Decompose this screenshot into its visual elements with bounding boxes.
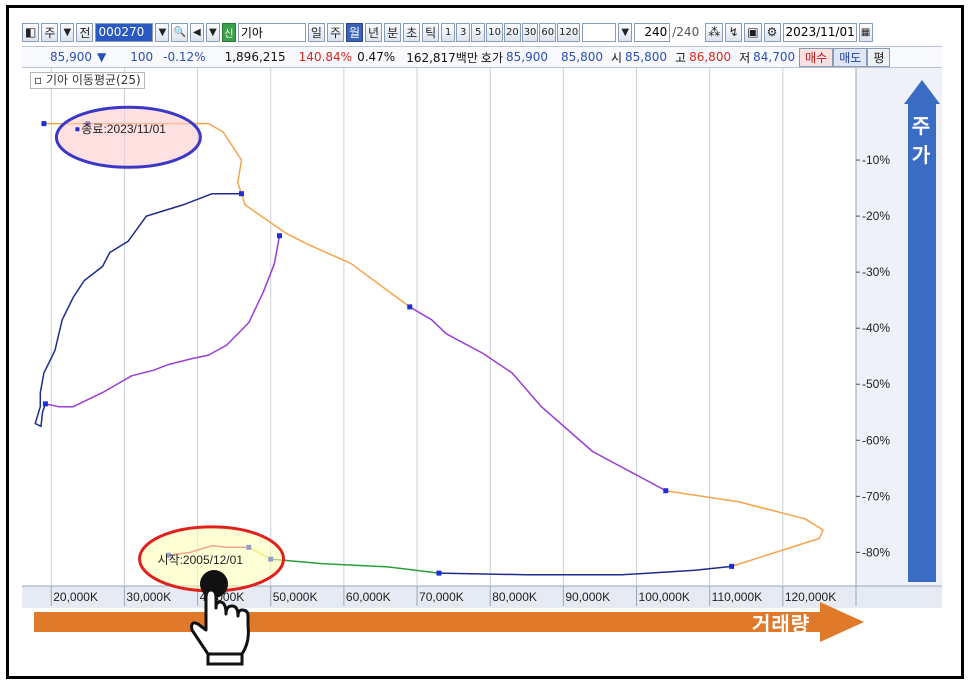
period-tab-6[interactable]: 틱 [422, 22, 440, 42]
open-price: 85,800 [625, 50, 668, 64]
speaker-icon[interactable]: ◀ [189, 22, 204, 42]
low-label: 저 [739, 50, 751, 65]
data-point-marker [663, 488, 669, 494]
data-point-marker [41, 121, 47, 127]
data-point-marker [729, 563, 735, 569]
layout-icon[interactable]: ◧ [22, 22, 40, 42]
period-tab-1[interactable]: 주 [326, 22, 344, 42]
calendar-icon[interactable]: ▦ [858, 22, 873, 42]
interval-buttons: 1 3 5 10 20 30 60 120 [441, 22, 581, 42]
chart-legend[interactable]: ▫ 기아 이동평균(25) [30, 72, 145, 89]
buy-button[interactable]: 매수 [799, 47, 834, 67]
open-label: 시 [611, 50, 623, 65]
stock-name-field[interactable]: 기아 [237, 22, 306, 42]
y-axis-arrow-label: 주가 [911, 114, 931, 167]
period-tabs: 일주월년분초틱 [307, 22, 440, 42]
stock-code-input[interactable]: 000270 [95, 22, 154, 42]
interval-button-5[interactable]: 5 [471, 22, 486, 42]
period-tab-5[interactable]: 초 [403, 22, 421, 42]
market-dropdown-icon[interactable]: ▼ [60, 22, 75, 42]
save-icon[interactable]: ▣ [744, 22, 762, 42]
end-marker [75, 127, 80, 132]
count-total: /240 [672, 25, 700, 39]
data-point-marker [407, 304, 413, 310]
interval-button-10[interactable]: 10 [486, 22, 503, 42]
ask-price: 85,900 [506, 50, 548, 64]
evaluate-button[interactable]: 평 [867, 47, 891, 67]
search-icon[interactable]: 🔍 [171, 22, 188, 42]
chart-area: 20,000K 30,000K 40,000K 50,000K 60,000K 70,00… [22, 68, 942, 608]
start-annotation: 시작:2005/12/01 [158, 553, 244, 567]
speaker-dropdown-icon[interactable]: ▼ [205, 22, 220, 42]
current-price: 85,900 [50, 50, 92, 64]
legend-marker-icon: ▫ [34, 73, 43, 87]
change-percent: -0.12% [163, 50, 206, 64]
prev-button[interactable]: 전 [76, 22, 94, 42]
y-tick-label: -80% [862, 545, 890, 559]
code-dropdown-icon[interactable]: ▼ [155, 22, 170, 42]
y-tick-label: -30% [862, 265, 890, 279]
legend-label: 기아 이동평균(25) [45, 73, 141, 87]
tools-icon[interactable]: ↯ [725, 22, 743, 42]
compare-icon[interactable]: ⁂ [705, 22, 724, 42]
period-tab-3[interactable]: 년 [365, 22, 383, 42]
y-tick-label: -60% [862, 433, 890, 447]
interval-button-60[interactable]: 60 [539, 22, 557, 42]
volume-ratio: 140.84% [298, 50, 353, 64]
hand-pointer-icon [190, 570, 250, 666]
gear-icon[interactable]: ⚙ [763, 22, 781, 42]
toolbar-top: ◧ 주 ▼ 전 000270 ▼ 🔍 ◀ ▼ 신 기아 일주월년분초틱 1351… [22, 20, 942, 44]
low-price: 84,700 [753, 50, 796, 64]
date-input[interactable]: 2023/11/01 [782, 22, 857, 42]
end-highlight-ellipse [54, 105, 202, 169]
y-tick-label: -10% [862, 153, 890, 167]
period-tab-2[interactable]: 월 [345, 22, 364, 42]
credit-badge: 신 [221, 22, 236, 42]
high-label: 고 [675, 50, 687, 65]
volume: 1,896,215 [224, 50, 286, 64]
market-select[interactable]: 주 [41, 22, 59, 42]
y-tick-label: -70% [862, 489, 890, 503]
ask-label: 호가 [480, 50, 503, 65]
sell-button[interactable]: 매도 [833, 47, 868, 67]
quote-bar: 85,900 ▼ 100 -0.12% 1,896,215 140.84% 0.… [22, 46, 942, 68]
x-axis-arrow-icon [34, 602, 864, 642]
high-price: 86,800 [689, 50, 732, 64]
interval-button-1[interactable]: 1 [441, 22, 456, 42]
interval-dropdown-icon[interactable]: ▼ [618, 22, 633, 42]
interval-button-20[interactable]: 20 [503, 22, 521, 42]
price-change: 100 [130, 50, 154, 64]
interval-custom-input[interactable] [582, 22, 617, 42]
y-tick-label: -50% [862, 377, 890, 391]
x-axis-arrow-label: 거래량 [752, 612, 811, 636]
data-point-marker [277, 233, 283, 239]
data-point-marker [238, 191, 244, 197]
data-point-marker [42, 401, 48, 407]
ma-volume-chart: 20,000K 30,000K 40,000K 50,000K 60,000K 70,00… [22, 68, 942, 608]
count-input[interactable]: 240 [634, 22, 671, 42]
interval-button-3[interactable]: 3 [456, 22, 471, 42]
turnover-percent: 0.47% [357, 50, 396, 64]
period-tab-0[interactable]: 일 [307, 22, 325, 42]
interval-button-120[interactable]: 120 [557, 22, 581, 42]
interval-button-30[interactable]: 30 [521, 22, 539, 42]
bid-price: 85,800 [561, 50, 603, 64]
end-annotation: 종료:2023/11/01 [81, 122, 166, 136]
y-tick-label: -40% [862, 321, 890, 335]
period-tab-4[interactable]: 분 [384, 22, 402, 42]
data-point-marker [436, 570, 442, 576]
trade-amount: 162,817백만 [406, 50, 478, 65]
change-arrow-icon: ▼ [97, 50, 107, 64]
y-tick-label: -20% [862, 209, 890, 223]
